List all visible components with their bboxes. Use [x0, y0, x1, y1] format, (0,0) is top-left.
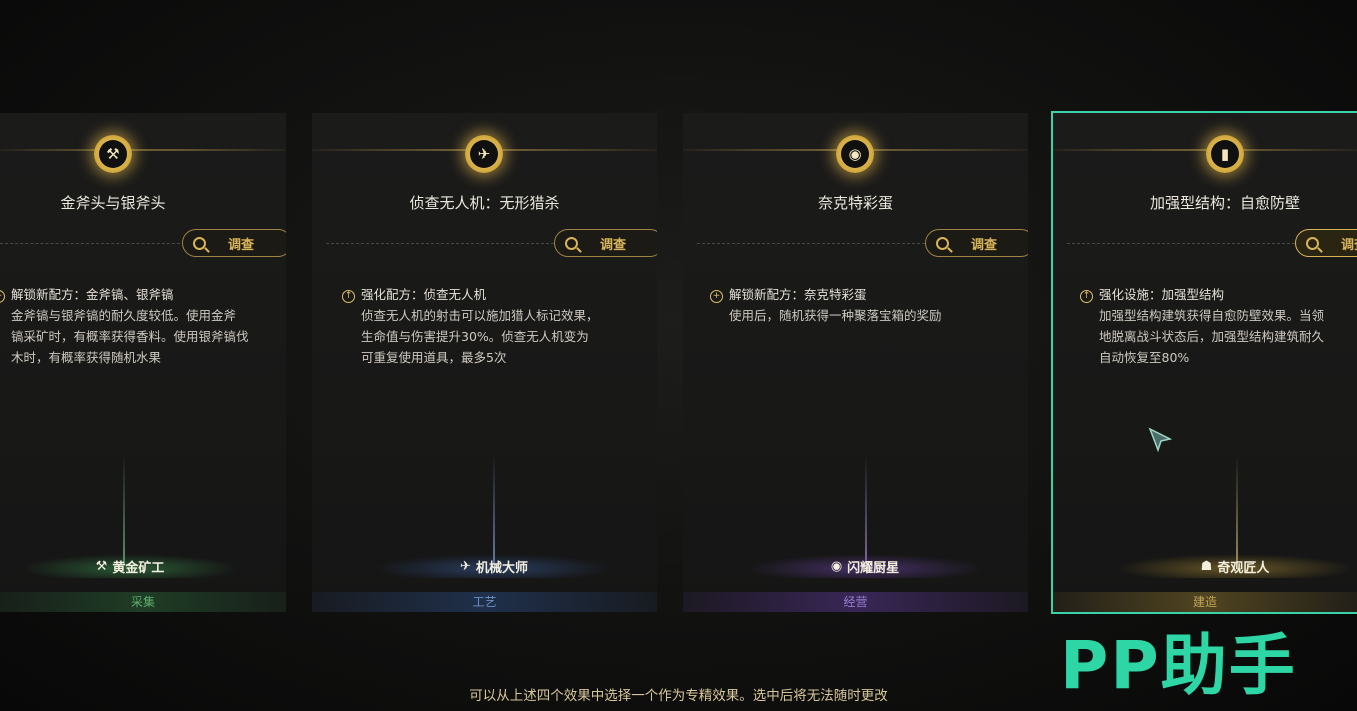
- category-label: 工艺: [312, 592, 657, 612]
- card-description: +解锁新配方：金斧镐、银斧镐 金斧镐与银斧镐的耐久度较低。使用金斧 镐采矿时，有…: [0, 284, 286, 368]
- light-beam: [865, 454, 867, 564]
- builder-icon: ☗: [1200, 558, 1213, 574]
- search-icon: [1306, 236, 1319, 250]
- light-beam: [1236, 454, 1238, 564]
- investigate-button[interactable]: 调查: [1295, 229, 1357, 257]
- card-ornament-line: [1053, 149, 1357, 151]
- card-description: ↑ 强化配方：侦查无人机 侦查无人机的射击可以施加猎人标记效果， 生命值与伤害提升…: [342, 284, 647, 368]
- search-icon: [565, 236, 578, 250]
- dish-icon: ◉: [830, 558, 843, 574]
- watermark-logo: PP助手: [1060, 627, 1297, 704]
- mouse-cursor-icon: [1148, 427, 1173, 453]
- investigate-button[interactable]: 调查: [925, 229, 1028, 257]
- card-title: 金斧头与银斧头: [60, 194, 166, 212]
- search-icon: [936, 236, 949, 250]
- card-divider: [697, 243, 925, 244]
- card-title: 奈克特彩蛋: [817, 194, 893, 212]
- plus-circle-icon: +: [0, 290, 5, 303]
- category-label: 经营: [683, 592, 1028, 612]
- upgrade-icon: ↑: [342, 290, 355, 303]
- dish-emblem-icon: ◉: [836, 135, 874, 173]
- specialty-badge: ☗ 奇观匠人: [1115, 554, 1355, 578]
- specialty-badge: ✈ 机械大师: [374, 554, 614, 578]
- category-label: 建造: [1053, 592, 1357, 612]
- perk-card-reinforced-structure[interactable]: ▮ 加强型结构：自愈防壁 调查 ↑强化设施：加强型结构 加强型结构建筑获得自愈防…: [1051, 111, 1357, 614]
- building-shield-emblem-icon: ▮: [1206, 135, 1244, 173]
- card-divider: [0, 243, 180, 244]
- specialty-badge: ⚒ 黄金矿工: [20, 554, 240, 578]
- light-beam: [493, 454, 495, 564]
- search-icon: [193, 236, 206, 250]
- specialty-badge: ◉ 闪耀厨星: [745, 554, 985, 578]
- plus-circle-icon: +: [710, 290, 723, 303]
- card-ornament-line: [0, 149, 286, 151]
- card-description: ↑ 强化设施：加强型结构 加强型结构建筑获得自愈防壁效果。当领 地脱离战斗状态后，…: [1080, 284, 1357, 368]
- investigate-button[interactable]: 调查: [554, 229, 657, 257]
- card-title: 侦查无人机：无形猎杀: [409, 194, 560, 212]
- crossed-pickaxe-emblem-icon: ⚒: [94, 135, 132, 173]
- perk-card-nectar-egg[interactable]: ◉ 奈克特彩蛋 调查 + 解锁新配方：奈克特彩蛋 使用后，随机获得一种聚落宝箱的奖…: [683, 113, 1028, 612]
- investigate-button[interactable]: 调查: [182, 229, 286, 257]
- category-label: 采集: [0, 592, 286, 612]
- perk-card-scout-drone[interactable]: ✈ 侦查无人机：无形猎杀 调查 ↑ 强化配方：侦查无人机 侦查无人机的射击可以施加…: [312, 113, 657, 612]
- drone-emblem-icon: ✈: [465, 135, 503, 173]
- card-divider: [326, 243, 554, 244]
- drone-icon: ✈: [460, 558, 471, 574]
- card-description: + 解锁新配方：奈克特彩蛋 使用后，随机获得一种聚落宝箱的奖励: [710, 284, 1015, 326]
- perk-card-gold-silver-axe[interactable]: ⚒ 金斧头与银斧头 调查 +解锁新配方：金斧镐、银斧镐 金斧镐与银斧镐的耐久度较…: [0, 113, 286, 612]
- upgrade-icon: ↑: [1080, 290, 1093, 303]
- card-divider: [1067, 243, 1295, 244]
- pickaxe-icon: ⚒: [95, 558, 108, 574]
- light-beam: [123, 454, 125, 564]
- card-title: 加强型结构：自愈防壁: [1149, 194, 1300, 212]
